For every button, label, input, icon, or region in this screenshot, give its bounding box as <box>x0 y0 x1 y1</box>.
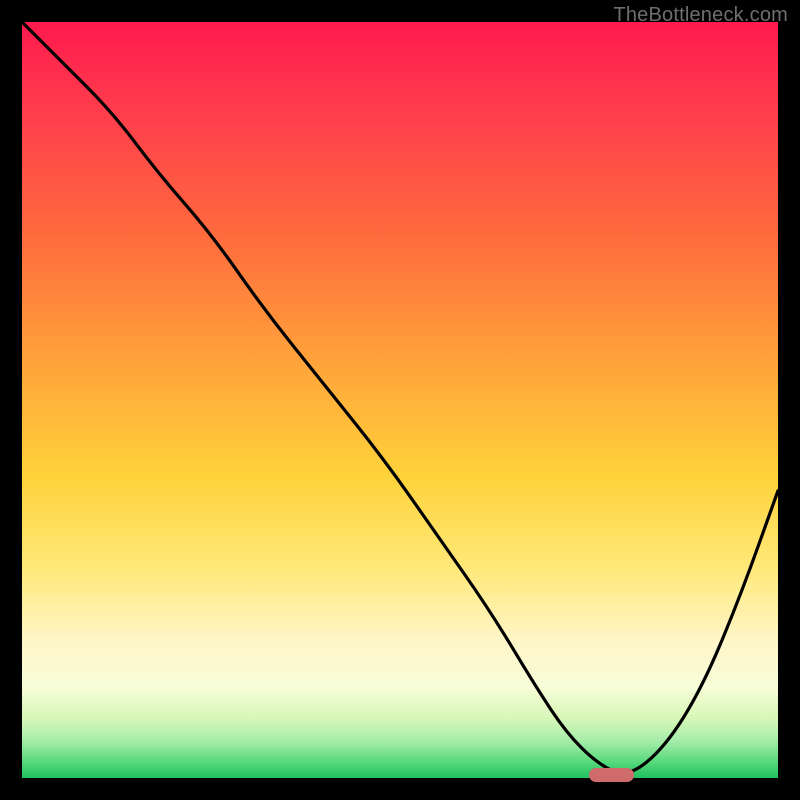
watermark-text: TheBottleneck.com <box>613 4 788 27</box>
plot-area <box>22 22 778 778</box>
optimal-point-marker <box>589 768 634 782</box>
chart-frame: TheBottleneck.com <box>0 0 800 800</box>
